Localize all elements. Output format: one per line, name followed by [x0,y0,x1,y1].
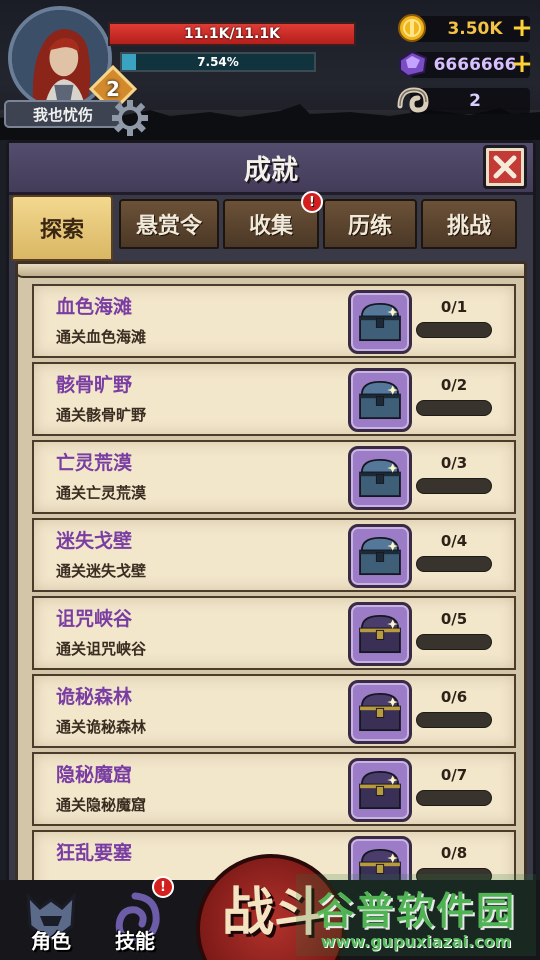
tab-label: 悬赏令 [135,214,202,239]
tab-bar: 探索 悬赏令 收集 ! 历练 挑战 [9,191,533,265]
achievement-name: 血色海滩 [56,296,133,318]
xp-text: 7.54% [197,55,239,69]
gem-resource: 6666666 + [396,48,536,80]
achievement-desc: 通关隐秘魔窟 [56,796,147,814]
achievement-progress-bar [416,322,492,338]
gold-coin-icon [398,14,426,42]
reward-chest-button[interactable] [348,524,412,588]
achievement-desc: 通关亡灵荒漠 [56,484,147,502]
achievement-progress-text: 0/2 [440,376,468,394]
reward-chest-button[interactable] [348,602,412,666]
achievement-panel: 成就 探索 悬赏令 收集 ! 历练 挑战 血色海滩 通关血色海滩 0/1 骸骨旷… [6,140,536,890]
site-watermark: 谷普软件园 www.gupuxiazai.com [296,874,536,956]
gem-value: 6666666 [433,55,517,75]
gear-icon[interactable] [108,96,152,140]
achievement-row: 诡秘森林 通关诡秘森林 0/6 [32,674,516,748]
achievement-row: 隐秘魔窟 通关隐秘魔窟 0/7 [32,752,516,826]
gold-plus-button[interactable]: + [510,14,534,42]
achievement-progress-text: 0/5 [440,610,468,628]
achievement-progress-bar [416,790,492,806]
reward-chest-button[interactable] [348,446,412,510]
tab-label: 探索 [39,218,84,243]
player-name[interactable]: 我也忧伤 [4,100,122,128]
achievement-name: 隐秘魔窟 [56,764,133,786]
tab-explore[interactable]: 探索 [11,195,113,261]
achievement-progress-bar [416,634,492,650]
achievement-desc: 通关诡秘森林 [56,718,147,736]
horn-value: 2 [469,91,481,111]
tab-label: 收集 [248,214,293,239]
achievement-desc: 通关骸骨旷野 [56,406,147,424]
achievement-progress-bar [416,400,492,416]
panel-title: 成就 [244,154,298,186]
close-icon [493,155,517,179]
gold-resource: 3.50K + [396,12,536,44]
achievement-row: 骸骨旷野 通关骸骨旷野 0/2 [32,362,516,436]
achievement-progress-text: 0/8 [440,844,468,862]
achievement-progress-text: 0/4 [440,532,468,550]
skills-label: 技能 [115,929,155,953]
xp-bar: 7.54% [120,52,316,72]
treasure-chest-icon [351,614,409,667]
top-hud: 2 我也忧伤 11.1K/11.1K 7.54% 3.50K + 6666666… [0,0,540,140]
treasure-chest-icon [351,692,409,745]
achievement-desc: 通关血色海滩 [56,328,147,346]
reward-chest-button[interactable] [348,290,412,354]
watermark-url: www.gupuxiazai.com [320,932,512,951]
achievement-row: 诅咒峡谷 通关诅咒峡谷 0/5 [32,596,516,670]
achievement-name: 亡灵荒漠 [56,452,133,474]
horn-resource: 2 [396,84,536,116]
gold-value: 3.50K [447,19,503,39]
tab-collection[interactable]: 收集 ! [223,191,323,249]
tab-bounty[interactable]: 悬赏令 [119,199,219,249]
achievement-desc: 通关迷失戈壁 [56,562,147,580]
reward-chest-button[interactable] [348,758,412,822]
achievement-row: 血色海滩 通关血色海滩 0/1 [32,284,516,358]
achievement-desc: 通关诅咒峡谷 [56,640,147,658]
ram-horn-icon [397,87,429,113]
achievement-progress-text: 0/1 [440,298,468,316]
achievement-progress-bar [416,478,492,494]
reward-chest-button[interactable] [348,680,412,744]
skills-alert-badge: ! [152,876,174,898]
achievement-row: 亡灵荒漠 通关亡灵荒漠 0/3 [32,440,516,514]
scroll-rod-decoration [18,264,524,278]
achievement-progress-text: 0/7 [440,766,468,784]
achievement-progress-bar [416,556,492,572]
tab-label: 历练 [347,214,392,239]
achievement-progress-text: 0/6 [440,688,468,706]
achievement-progress-text: 0/3 [440,454,468,472]
achievement-row: 迷失戈壁 通关迷失戈壁 0/4 [32,518,516,592]
treasure-chest-icon [351,380,409,433]
achievement-name: 骸骨旷野 [56,374,133,396]
close-button[interactable] [483,145,527,189]
treasure-chest-icon [351,458,409,511]
treasure-chest-icon [351,770,409,823]
tab-challenge[interactable]: 挑战 [421,199,517,249]
purple-crystal-icon [399,50,428,78]
tab-alert-badge: ! [301,191,323,213]
character-label: 角色 [31,929,71,953]
character-nav-button[interactable]: 角色 [18,886,84,956]
achievement-name: 迷失戈壁 [56,530,133,552]
achievement-name: 诅咒峡谷 [56,608,133,630]
achievement-progress-bar [416,712,492,728]
watermark-title: 谷普软件园 [315,889,516,933]
skills-nav-button[interactable]: 技能 ! [102,876,174,956]
hp-bar: 11.1K/11.1K [108,22,356,46]
tab-label: 挑战 [446,214,491,239]
achievement-name: 狂乱要塞 [56,842,133,864]
tab-training[interactable]: 历练 [323,199,417,249]
achievement-name: 诡秘森林 [56,686,133,708]
treasure-chest-icon [351,536,409,589]
gem-plus-button[interactable]: + [510,50,534,78]
panel-header: 成就 [9,143,533,195]
hp-text: 11.1K/11.1K [184,26,280,42]
achievement-list[interactable]: 血色海滩 通关血色海滩 0/1 骸骨旷野 通关骸骨旷野 0/2 亡灵荒漠 通关亡… [15,261,527,889]
reward-chest-button[interactable] [348,368,412,432]
treasure-chest-icon [351,302,409,355]
